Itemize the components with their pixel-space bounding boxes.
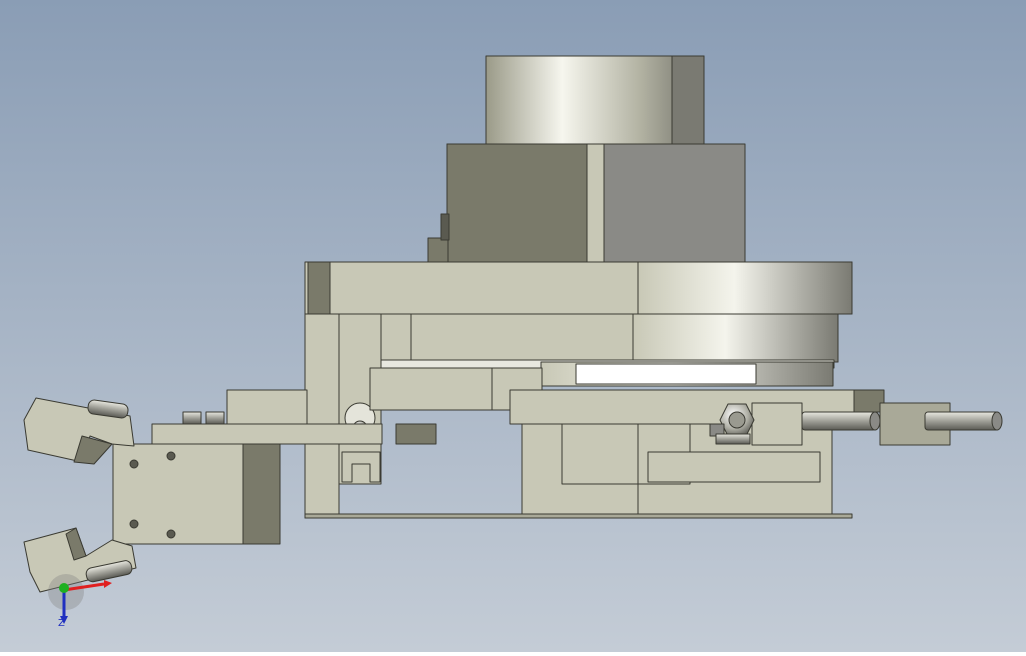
cad-viewport[interactable]: Z [0,0,1026,652]
triad-z-label: Z [58,618,65,629]
motor-gearbox-block [427,143,746,263]
gripper-body [112,443,281,545]
gripper-assembly-side-view [0,0,1026,652]
top-plate [304,261,853,315]
bearing-housing [337,313,839,363]
motor-cylinder [485,55,705,147]
